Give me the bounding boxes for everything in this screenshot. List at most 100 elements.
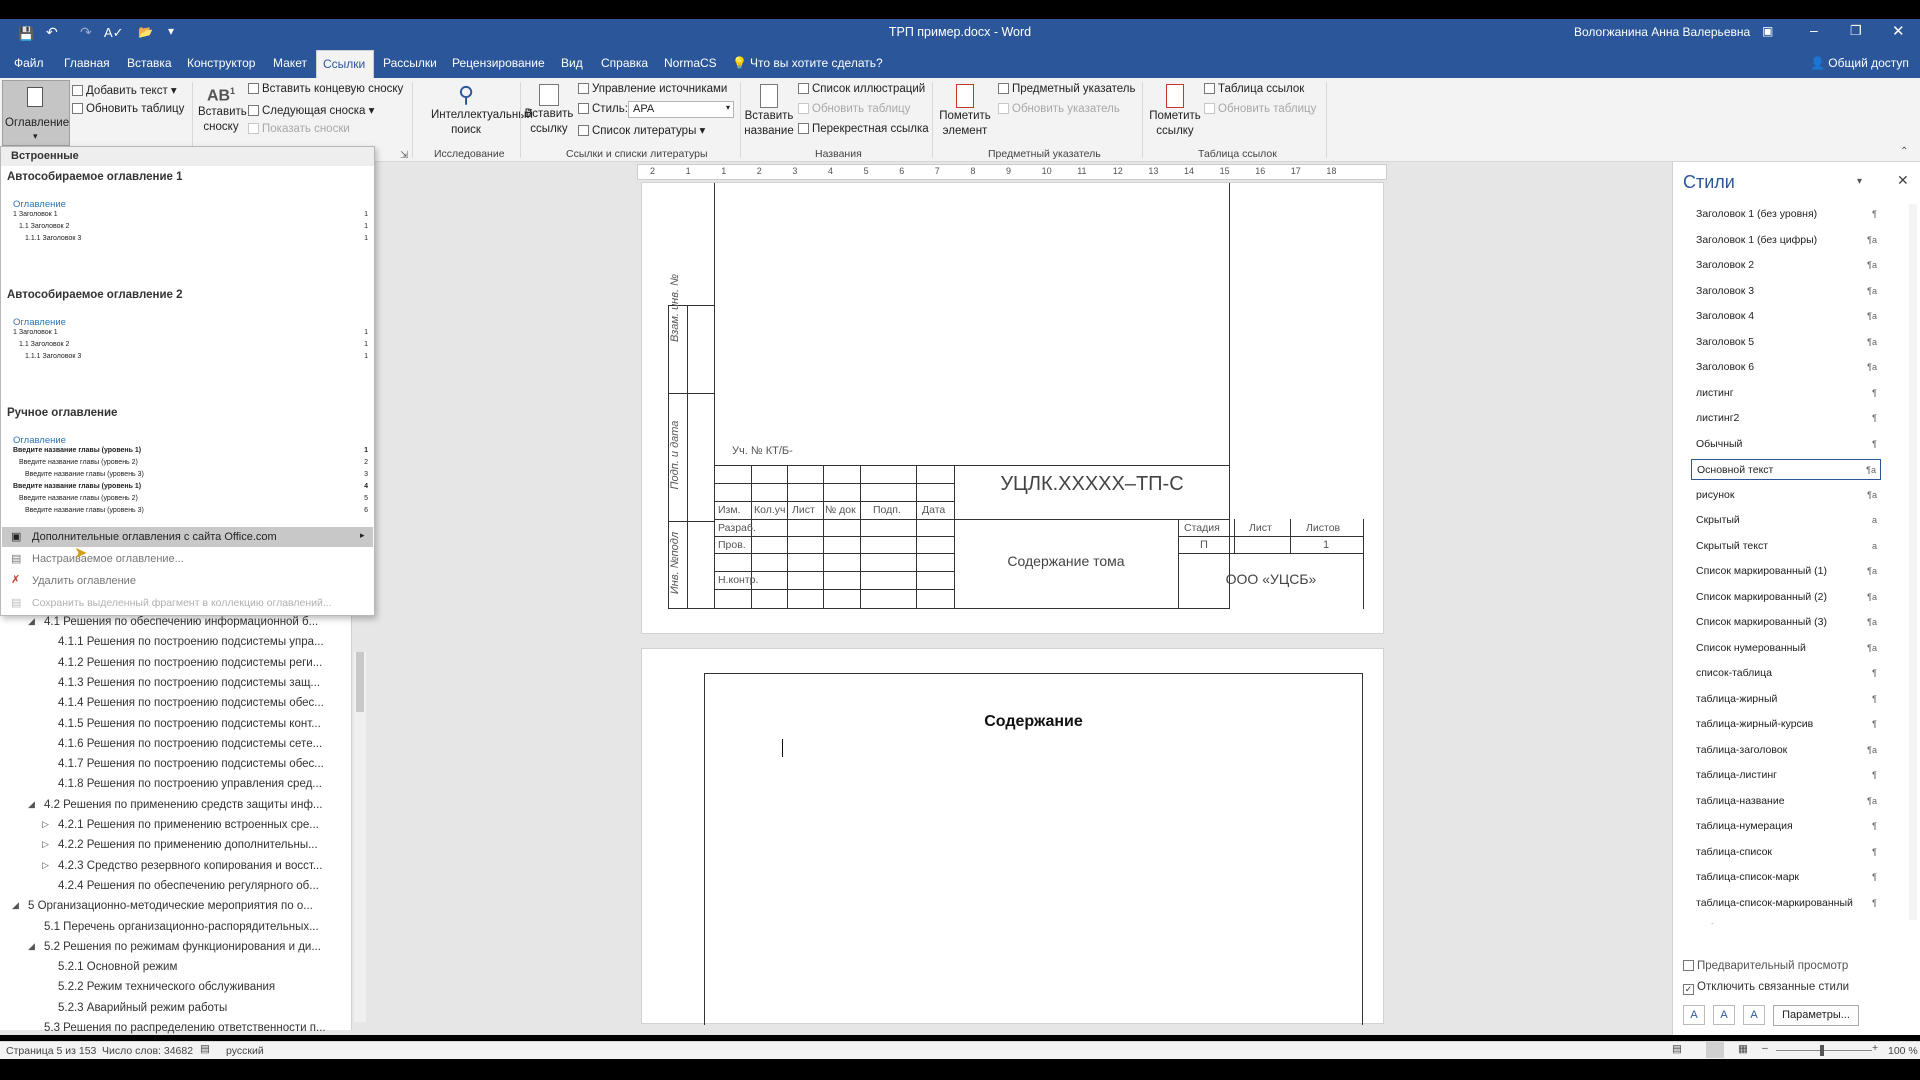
nav-heading-item[interactable]: 4.2.3 Средство резервного копирования и … — [58, 860, 346, 872]
styles-scrollbar[interactable] — [1909, 204, 1917, 920]
insert-endnote-button[interactable]: Вставить концевую сноску — [248, 83, 403, 95]
read-mode-icon[interactable]: ▤ — [1672, 1043, 1682, 1055]
style-item[interactable]: Заголовок 6 ¶a — [1691, 357, 1881, 378]
close-icon[interactable]: ✕ — [1892, 22, 1905, 40]
nav-heading-item[interactable]: 4.1 Решения по обеспечению информационно… — [44, 616, 346, 628]
add-text-button[interactable]: Добавить текст ▾ — [72, 83, 177, 97]
tab-references[interactable]: Ссылки — [316, 50, 374, 78]
insert-footnote-button[interactable]: AB1 Вставить сноску — [198, 86, 247, 146]
style-item[interactable]: таблица-нумерация ¶ — [1691, 816, 1881, 837]
style-item[interactable]: таблица-список-маркированный ¶ — [1691, 893, 1881, 914]
nav-heading-item[interactable]: 4.2.1 Решения по применению встроенных с… — [58, 819, 346, 831]
style-item[interactable]: таблица-список ¶ — [1691, 842, 1881, 863]
language[interactable]: русский — [226, 1045, 264, 1057]
restore-icon[interactable]: ❐ — [1850, 23, 1862, 39]
nav-heading-item[interactable]: 4.2.2 Решения по применению дополнительн… — [58, 839, 346, 851]
style-item[interactable]: Заголовок 3 ¶a — [1691, 281, 1881, 302]
nav-heading-item[interactable]: 5.2 Решения по режимам функционирования … — [44, 941, 346, 953]
nav-heading-item[interactable]: 5.3 Решения по распределению ответственн… — [44, 1022, 346, 1034]
cross-reference-button[interactable]: Перекрестная ссылка — [798, 123, 929, 135]
update-figures-button[interactable]: Обновить таблицу — [798, 103, 910, 115]
style-inspector-button[interactable]: A — [1713, 1005, 1735, 1025]
style-item[interactable]: Список маркированный (1) ¶a — [1691, 561, 1881, 582]
mark-citation-button[interactable]: Пометить ссылку — [1146, 82, 1204, 144]
style-item[interactable]: список-таблица ¶ — [1691, 663, 1881, 684]
zoom-out-icon[interactable]: – — [1762, 1042, 1768, 1054]
table-of-authorities-button[interactable]: Таблица ссылок — [1204, 83, 1304, 95]
nav-heading-item[interactable]: 4.1.3 Решения по построению подсистемы з… — [58, 677, 346, 689]
collapsed-triangle-icon[interactable]: ▷ — [42, 819, 49, 830]
style-item[interactable]: таблица-жирный-курсив ¶ — [1691, 714, 1881, 735]
style-item[interactable]: таблица-название ¶a — [1691, 791, 1881, 812]
tab-file[interactable]: Файл — [8, 50, 50, 78]
tab-home[interactable]: Главная — [58, 50, 116, 78]
bibliography-button[interactable]: Список литературы ▾ — [578, 123, 705, 137]
user-name[interactable]: Вологжанина Анна Валерьевна — [1574, 25, 1750, 39]
nav-heading-item[interactable]: 4.1.6 Решения по построению подсистемы с… — [58, 738, 346, 750]
zoom-in-icon[interactable]: + — [1872, 1042, 1878, 1054]
style-item[interactable]: Список маркированный (3) ¶a — [1691, 612, 1881, 633]
tab-view[interactable]: Вид — [555, 50, 589, 78]
tab-help[interactable]: Справка — [595, 50, 654, 78]
tell-me-search[interactable]: Что вы хотите сделать? — [744, 50, 889, 78]
expanded-triangle-icon[interactable]: ◢ — [12, 900, 19, 911]
print-layout-icon[interactable] — [1706, 1042, 1724, 1058]
zoom-slider-thumb[interactable] — [1820, 1045, 1824, 1056]
page-count[interactable]: Страница 5 из 153 — [6, 1045, 96, 1057]
web-layout-icon[interactable]: ▦ — [1738, 1043, 1748, 1055]
custom-toc-item[interactable]: ▤ Настраиваемое оглавление... — [2, 549, 373, 569]
nav-heading-item[interactable]: 4.1.7 Решения по построению подсистемы о… — [58, 758, 346, 770]
collapsed-triangle-icon[interactable]: ▷ — [42, 839, 49, 850]
style-select[interactable]: APA ▾ — [628, 101, 734, 118]
style-item[interactable]: Скрытый a — [1691, 510, 1881, 531]
new-style-button[interactable]: A — [1683, 1005, 1705, 1025]
tab-design[interactable]: Конструктор — [181, 50, 261, 78]
style-item[interactable]: Список нумерованный ¶a — [1691, 638, 1881, 659]
style-item[interactable]: Обычный ¶ — [1691, 434, 1881, 455]
minimize-icon[interactable]: – — [1810, 22, 1818, 38]
mark-entry-button[interactable]: Пометить элемент — [936, 82, 994, 144]
style-item[interactable]: таблица-заголовок ¶a — [1691, 740, 1881, 761]
style-item[interactable]: Заголовок 4 ¶a — [1691, 306, 1881, 327]
style-item[interactable]: таблица-жирный ¶ — [1691, 689, 1881, 710]
collapse-ribbon-icon[interactable]: ⌃ — [1900, 146, 1908, 157]
insert-index-button[interactable]: Предметный указатель — [998, 83, 1136, 95]
expanded-triangle-icon[interactable]: ◢ — [28, 941, 35, 952]
style-item[interactable]: Основной текст ¶a — [1691, 459, 1881, 480]
share-button[interactable]: 👤 Общий доступ — [1810, 56, 1909, 70]
params-button[interactable]: Параметры... — [1773, 1005, 1859, 1026]
expanded-triangle-icon[interactable]: ◢ — [28, 616, 35, 627]
tab-insert[interactable]: Вставка — [121, 50, 178, 78]
tab-mailings[interactable]: Рассылки — [377, 50, 443, 78]
style-item[interactable]: Заголовок 1 (без уровня) ¶ — [1691, 204, 1881, 225]
style-item[interactable]: Таблица-список-н2 ¶ — [1691, 918, 1881, 924]
style-item[interactable]: Заголовок 5 ¶a — [1691, 332, 1881, 353]
preview-checkbox[interactable]: Предварительный просмотр — [1683, 960, 1848, 972]
zoom-slider[interactable] — [1776, 1050, 1872, 1051]
dialog-launcher-icon[interactable]: ⇲ — [400, 150, 408, 161]
expanded-triangle-icon[interactable]: ◢ — [28, 799, 35, 810]
insert-citation-button[interactable]: Вставить ссылку — [524, 82, 574, 144]
tab-review[interactable]: Рецензирование — [446, 50, 551, 78]
next-footnote-button[interactable]: Следующая сноска ▾ — [248, 103, 374, 117]
ribbon-display-icon[interactable]: ▣ — [1762, 24, 1773, 38]
disable-linked-checkbox[interactable]: ✓ Отключить связанные стили — [1683, 981, 1849, 995]
toc-gallery-auto1[interactable]: Автособираемое оглавление 1 Оглавление 1… — [3, 167, 372, 279]
style-item[interactable]: таблица-листинг ¶ — [1691, 765, 1881, 786]
style-item[interactable]: Заголовок 1 (без цифры) ¶a — [1691, 230, 1881, 251]
smart-lookup-button[interactable]: ⚲ Интеллектуальный поиск — [416, 82, 533, 144]
insert-caption-button[interactable]: Вставить название — [744, 82, 794, 144]
nav-heading-item[interactable]: 5.1 Перечень организационно-распорядител… — [44, 921, 346, 933]
show-notes-button[interactable]: Показать сноски — [248, 123, 350, 135]
style-item[interactable]: Скрытый текст a — [1691, 536, 1881, 557]
style-item[interactable]: Список маркированный (2) ¶a — [1691, 587, 1881, 608]
style-item[interactable]: таблица-список-марк ¶ — [1691, 867, 1881, 888]
style-item[interactable]: листинг2 ¶ — [1691, 408, 1881, 429]
remove-toc-item[interactable]: ✗ Удалить оглавление — [2, 571, 373, 591]
close-pane-icon[interactable]: ✕ — [1897, 172, 1909, 189]
nav-heading-item[interactable]: 4.2 Решения по применению средств защиты… — [44, 799, 346, 811]
update-index-button[interactable]: Обновить указатель — [998, 103, 1120, 115]
update-table-button[interactable]: Обновить таблицу — [72, 103, 184, 115]
manage-styles-button[interactable]: A — [1743, 1005, 1765, 1025]
tab-normacs[interactable]: NormaCS — [658, 50, 723, 78]
